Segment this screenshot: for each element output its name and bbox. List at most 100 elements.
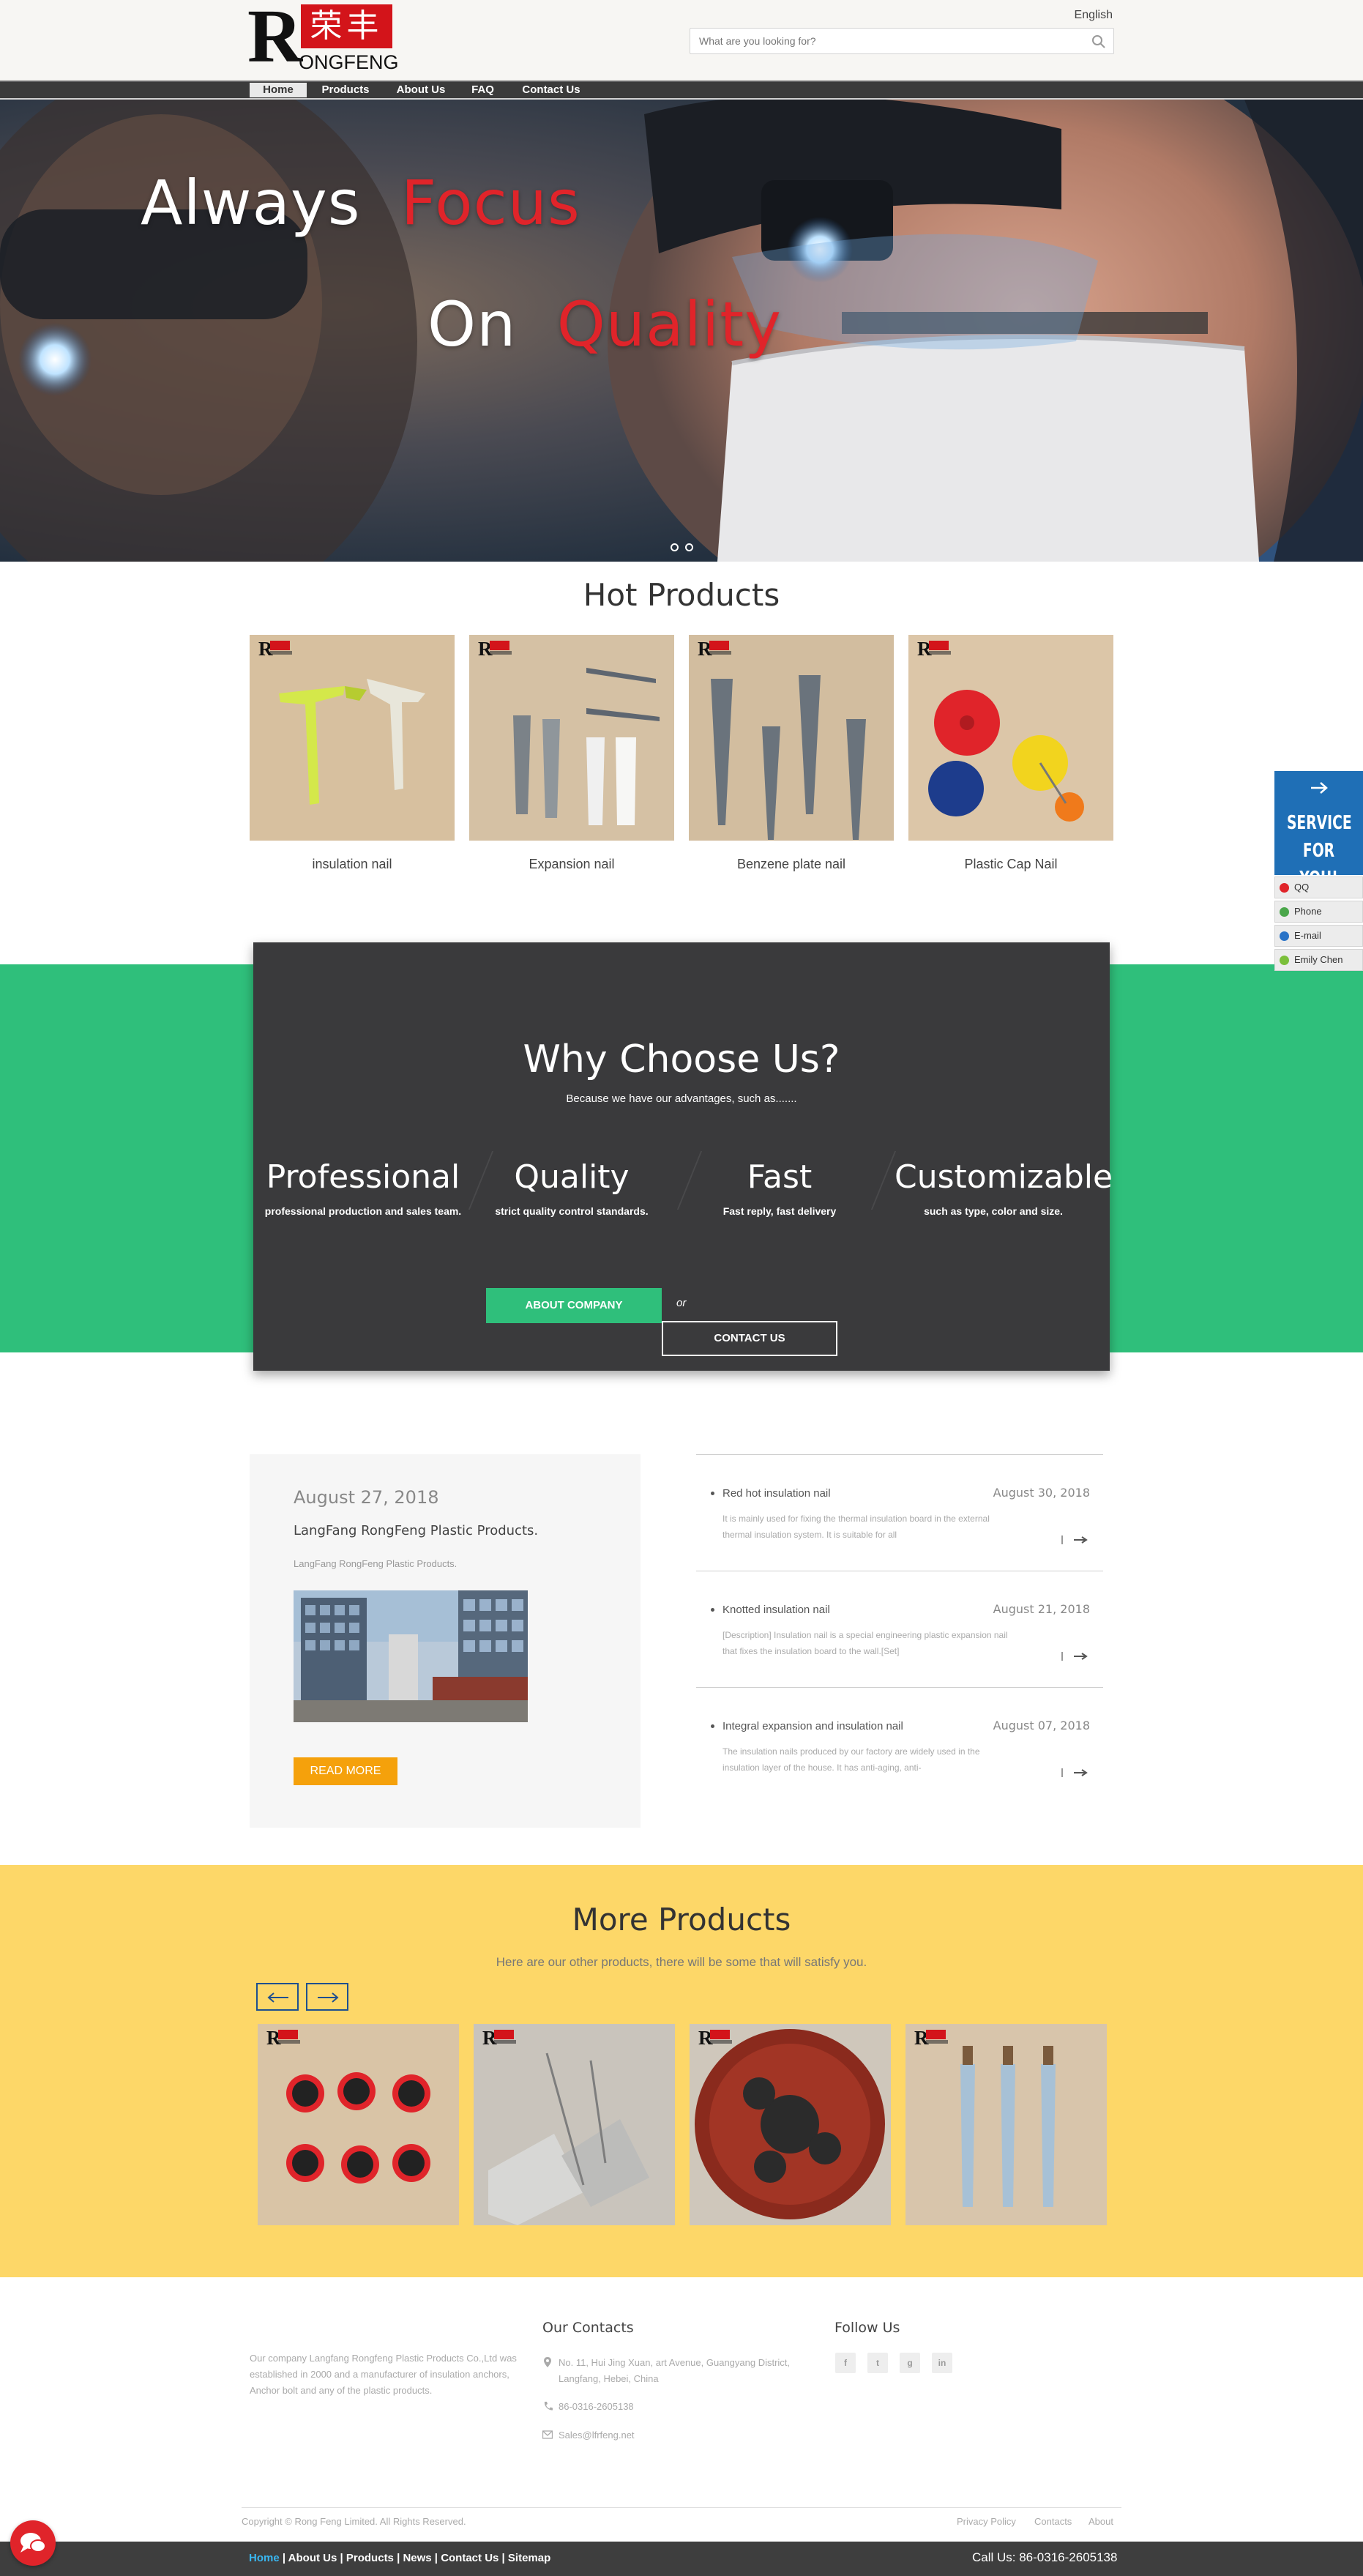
footer-divider <box>242 2507 1121 2508</box>
news-list-item[interactable]: Knotted insulation nail August 21, 2018 … <box>696 1571 1103 1687</box>
feature-professional: Professional professional production and… <box>264 1158 462 1217</box>
bottom-bar: Home | About Us | Products | News | Cont… <box>0 2542 1363 2576</box>
service-item-contact[interactable]: Emily Chen <box>1274 949 1363 971</box>
language-selector[interactable]: English <box>1054 9 1113 22</box>
feature-title: Quality <box>514 1158 630 1196</box>
address-text: No. 11, Hui Jing Xuan, art Avenue, Guang… <box>559 2357 791 2384</box>
service-item-email[interactable]: E-mail <box>1274 925 1363 947</box>
search-box <box>690 28 1114 54</box>
product-watermark-logo: R <box>698 638 733 660</box>
news-image[interactable] <box>294 1590 528 1722</box>
phone-icon <box>1280 907 1289 917</box>
news-item-title[interactable]: Knotted insulation nail <box>711 1604 830 1616</box>
feature-desc: Fast reply, fast delivery <box>722 1205 837 1217</box>
bottom-link-sitemap[interactable]: Sitemap <box>508 2552 550 2564</box>
news-list-item[interactable]: Integral expansion and insulation nail A… <box>696 1687 1103 1803</box>
bottom-link-products[interactable]: Products <box>346 2552 394 2564</box>
nav-products[interactable]: Products <box>313 83 378 97</box>
more-products-title: More Products <box>572 1902 791 1937</box>
copyright-text: Copyright © Rong Feng Limited. All Right… <box>242 2516 466 2527</box>
nav-contact-us[interactable]: Contact Us <box>514 83 589 97</box>
contact-us-button[interactable]: CONTACT US <box>662 1321 837 1356</box>
product-card-plastic-cap-nail[interactable]: R <box>908 635 1113 841</box>
hero-banner[interactable]: Always Focus On Quality <box>0 100 1363 562</box>
product-watermark-logo: R <box>266 2027 302 2049</box>
slider-dot-1[interactable] <box>671 543 679 551</box>
arrow-right-icon[interactable] <box>1061 1650 1090 1662</box>
product-name[interactable]: insulation nail <box>250 857 455 872</box>
news-date: August 27, 2018 <box>294 1487 439 1508</box>
news-list-item[interactable]: Red hot insulation nail August 30, 2018 … <box>696 1454 1103 1571</box>
nav-faq[interactable]: FAQ <box>463 83 503 97</box>
service-item-label: E-mail <box>1294 930 1321 941</box>
footer-link-privacy[interactable]: Privacy Policy <box>957 2516 1016 2527</box>
feature-title: Professional <box>266 1158 460 1196</box>
more-products-subtitle: Here are our other products, there will … <box>496 1955 867 1969</box>
about-company-button[interactable]: ABOUT COMPANY <box>486 1288 662 1323</box>
product-watermark-logo: R <box>698 2027 733 2049</box>
hero-word-quality: Quality <box>556 289 782 360</box>
product-image <box>474 2024 675 2225</box>
nav-home[interactable]: Home <box>250 83 307 97</box>
product-card-insulation-nail[interactable]: R <box>250 635 455 841</box>
or-label: or <box>676 1297 687 1309</box>
footer-about-text: Our company Langfang Rongfeng Plastic Pr… <box>250 2353 517 2396</box>
footer-link-about[interactable]: About <box>1088 2516 1113 2527</box>
bottom-link-news[interactable]: News <box>403 2552 431 2564</box>
product-watermark-logo: R <box>482 2027 518 2049</box>
chat-icon <box>20 2533 46 2553</box>
hero-line-2: On Quality <box>427 289 782 360</box>
bottom-link-contact[interactable]: Contact Us <box>441 2552 498 2564</box>
why-title: Why Choose Us? <box>523 1038 840 1082</box>
product-name[interactable]: Benzene plate nail <box>689 857 894 872</box>
feature-title: Fast <box>747 1158 813 1196</box>
more-product-card[interactable]: R <box>258 2024 459 2225</box>
more-product-card[interactable]: R <box>690 2024 891 2225</box>
product-image <box>258 2024 459 2225</box>
feature-quality: Quality strict quality control standards… <box>473 1158 671 1217</box>
search-icon[interactable] <box>1091 34 1106 49</box>
more-product-card[interactable]: R <box>905 2024 1107 2225</box>
facebook-icon[interactable]: f <box>835 2353 856 2373</box>
twitter-icon[interactable]: t <box>867 2353 888 2373</box>
email-text[interactable]: Sales@lfrfeng.net <box>559 2427 807 2443</box>
arrow-right-icon[interactable] <box>1061 1534 1090 1546</box>
bottom-link-about[interactable]: About Us <box>288 2552 337 2564</box>
product-card-benzene-plate-nail[interactable]: R <box>689 635 894 841</box>
linkedin-icon[interactable]: in <box>932 2353 952 2373</box>
service-item-qq[interactable]: QQ <box>1274 876 1363 898</box>
slider-dot-2[interactable] <box>685 543 693 551</box>
news-item-desc: The insulation nails produced by our fac… <box>722 1746 980 1773</box>
product-name[interactable]: Plastic Cap Nail <box>908 857 1113 872</box>
phone-text[interactable]: 86-0316-2605138 <box>559 2399 807 2415</box>
phone-icon <box>544 2402 553 2411</box>
google-plus-icon[interactable]: g <box>900 2353 920 2373</box>
bottom-link-home[interactable]: Home <box>249 2552 280 2564</box>
read-more-button[interactable]: READ MORE <box>294 1757 397 1785</box>
more-product-card[interactable]: R <box>474 2024 675 2225</box>
feature-customizable: Customizable such as type, color and siz… <box>895 1158 1113 1217</box>
carousel-next-button[interactable] <box>306 1983 348 2011</box>
footer-link-contacts[interactable]: Contacts <box>1034 2516 1072 2527</box>
product-watermark-logo: R <box>914 2027 949 2049</box>
nav-about-us[interactable]: About Us <box>388 83 454 97</box>
news-item-title[interactable]: Integral expansion and insulation nail <box>711 1720 903 1732</box>
carousel-prev-button[interactable] <box>256 1983 299 2011</box>
product-watermark-logo: R <box>478 638 513 660</box>
news-item-title[interactable]: Red hot insulation nail <box>711 1487 831 1500</box>
site-logo[interactable]: R 荣丰 ONGFENG <box>247 0 399 76</box>
footer-address: No. 11, Hui Jing Xuan, art Avenue, Guang… <box>542 2355 813 2387</box>
product-name[interactable]: Expansion nail <box>469 857 674 872</box>
news-title[interactable]: LangFang RongFeng Plastic Products. <box>294 1523 538 1538</box>
product-image <box>469 635 674 841</box>
mail-icon <box>1280 931 1289 941</box>
search-input[interactable] <box>690 29 1078 53</box>
live-chat-button[interactable] <box>10 2520 56 2566</box>
product-card-expansion-nail[interactable]: R <box>469 635 674 841</box>
arrow-right-icon[interactable] <box>1061 1767 1090 1779</box>
news-item-date: August 30, 2018 <box>993 1486 1090 1500</box>
service-item-phone[interactable]: Phone <box>1274 901 1363 923</box>
hero-word-on: On <box>427 289 517 360</box>
bottom-nav: Home | About Us | Products | News | Cont… <box>249 2552 551 2564</box>
service-widget[interactable]: SERVICE FOR YOU! <box>1274 771 1363 890</box>
